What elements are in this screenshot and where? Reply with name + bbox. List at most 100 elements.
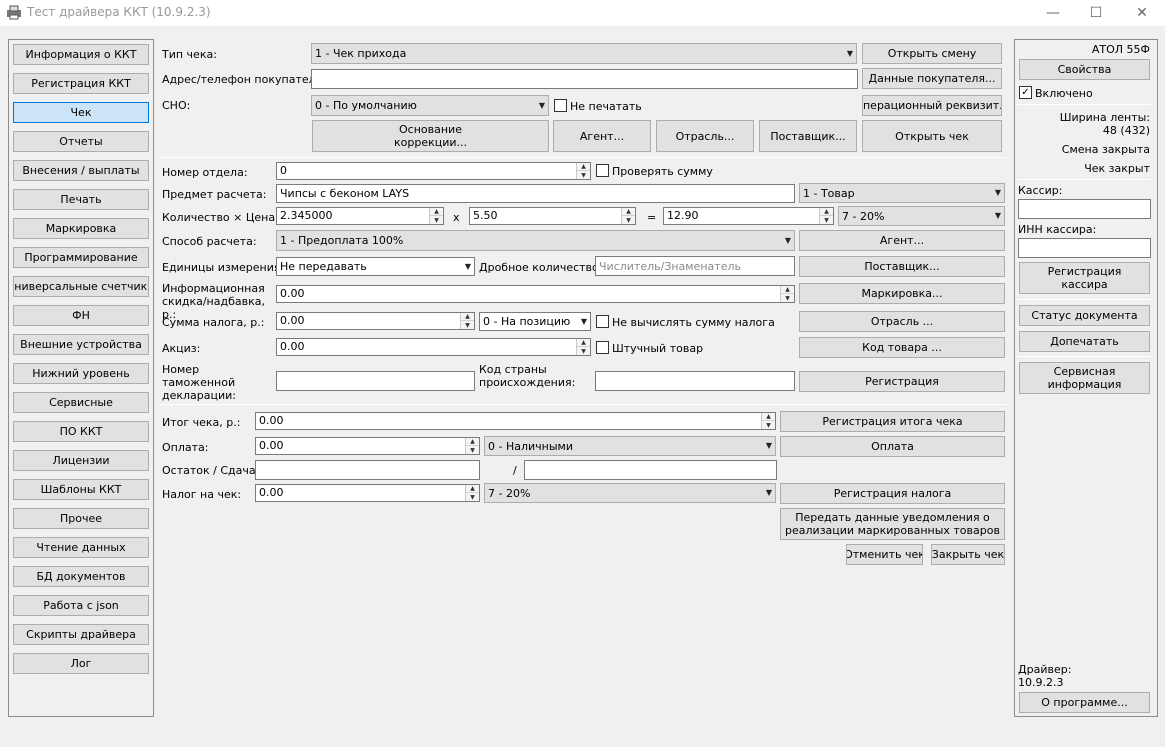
receipt-agent-button[interactable]: Агент... bbox=[553, 120, 651, 152]
position-supplier-button[interactable]: Поставщик... bbox=[799, 256, 1005, 277]
sidebar-item[interactable]: Лицензии bbox=[13, 450, 149, 471]
change-input[interactable] bbox=[524, 460, 777, 480]
receipt-type-label: Тип чека: bbox=[162, 48, 217, 61]
sidebar-item[interactable]: Программирование bbox=[13, 247, 149, 268]
subject-input[interactable]: Чипсы с беконом LAYS bbox=[276, 184, 795, 203]
buyer-data-button[interactable]: Данные покупателя... bbox=[862, 68, 1002, 89]
sidebar-item[interactable]: Шаблоны ККТ bbox=[13, 479, 149, 500]
sidebar-item[interactable]: Прочее bbox=[13, 508, 149, 529]
sidebar-item[interactable]: Регистрация ККТ bbox=[13, 73, 149, 94]
service-info-button[interactable]: Сервисная информация bbox=[1019, 362, 1150, 394]
no-print-checkbox[interactable] bbox=[554, 99, 567, 112]
sidebar-item[interactable]: Внесения / выплаты bbox=[13, 160, 149, 181]
product-code-button[interactable]: Код товара ... bbox=[799, 337, 1005, 358]
position-register-button[interactable]: Регистрация bbox=[799, 371, 1005, 392]
sno-label: СНО: bbox=[162, 99, 191, 112]
check-sum-label: Проверять сумму bbox=[612, 165, 713, 178]
sidebar-item[interactable]: Печать bbox=[13, 189, 149, 210]
about-button[interactable]: О программе... bbox=[1019, 692, 1150, 713]
sidebar-item[interactable]: Информация о ККТ bbox=[13, 44, 149, 65]
sidebar-item[interactable]: Скрипты драйвера bbox=[13, 624, 149, 645]
sidebar-item[interactable]: БД документов bbox=[13, 566, 149, 587]
sidebar-item[interactable]: Работа с json bbox=[13, 595, 149, 616]
enabled-checkbox[interactable]: ✓ bbox=[1019, 86, 1032, 99]
tax-mode-select[interactable]: 0 - На позицию ▼ bbox=[479, 312, 591, 331]
receipt-tax-input[interactable]: 0.00 ▲ ▼ bbox=[255, 484, 480, 502]
payment-input[interactable]: 0.00 ▲ ▼ bbox=[255, 437, 480, 455]
qty-price-label: Количество × Цена: bbox=[162, 211, 279, 224]
sidebar-item[interactable]: Маркировка bbox=[13, 218, 149, 239]
close-receipt-button[interactable]: Закрыть чек bbox=[931, 544, 1005, 565]
doc-status-button[interactable]: Статус документа bbox=[1019, 305, 1150, 326]
op-requisite-button[interactable]: Операционный реквизит... bbox=[862, 95, 1002, 116]
sidebar-item[interactable]: Лог bbox=[13, 653, 149, 674]
open-shift-button[interactable]: Открыть смену bbox=[862, 43, 1002, 64]
sidebar-item[interactable]: Сервисные bbox=[13, 392, 149, 413]
receipt-tax-vat-select[interactable]: 7 - 20% ▼ bbox=[484, 483, 776, 503]
receipt-supplier-button[interactable]: Поставщик... bbox=[759, 120, 857, 152]
customs-input[interactable] bbox=[276, 371, 475, 391]
total-input[interactable]: 0.00 ▲ ▼ bbox=[255, 412, 776, 430]
country-input[interactable] bbox=[595, 371, 795, 391]
receipt-tax-label: Налог на чек: bbox=[162, 488, 242, 501]
cashier-inn-input[interactable] bbox=[1018, 238, 1151, 258]
pay-button[interactable]: Оплата bbox=[780, 436, 1005, 457]
properties-button[interactable]: Свойства bbox=[1019, 59, 1150, 80]
no-calc-tax-checkbox[interactable] bbox=[596, 315, 609, 328]
tape-width-label: Ширина ленты: bbox=[1059, 111, 1150, 124]
sidebar-item[interactable]: Чек bbox=[13, 102, 149, 123]
multiply-sign: x bbox=[453, 211, 460, 224]
quantity-input[interactable]: 2.345000 ▲ ▼ bbox=[276, 207, 444, 225]
reprint-button[interactable]: Допечатать bbox=[1019, 331, 1150, 352]
divider bbox=[1017, 179, 1151, 180]
dept-input[interactable]: 0 ▲ ▼ bbox=[276, 162, 591, 180]
sidebar-item[interactable]: Внешние устройства bbox=[13, 334, 149, 355]
sno-select[interactable]: 0 - По умолчанию ▼ bbox=[311, 95, 549, 116]
tax-input[interactable]: 0.00 ▲ ▼ bbox=[276, 312, 475, 330]
piece-checkbox[interactable] bbox=[596, 341, 609, 354]
method-select[interactable]: 1 - Предоплата 100% ▼ bbox=[276, 230, 795, 251]
device-model: АТОЛ 55Ф bbox=[1091, 43, 1150, 56]
unit-select[interactable]: Не передавать ▼ bbox=[276, 257, 475, 276]
sum-input[interactable]: 12.90 ▲ ▼ bbox=[663, 207, 834, 225]
receipt-status: Чек закрыт bbox=[1084, 162, 1150, 175]
no-calc-tax-label: Не вычислять сумму налога bbox=[612, 316, 775, 329]
sidebar-item[interactable]: Нижний уровень bbox=[13, 363, 149, 384]
receipt-industry-button[interactable]: Отрасль... bbox=[656, 120, 754, 152]
register-total-button[interactable]: Регистрация итога чека bbox=[780, 411, 1005, 432]
payment-type-select[interactable]: 0 - Наличными ▼ bbox=[484, 436, 776, 456]
minimize-icon[interactable]: — bbox=[1030, 0, 1076, 26]
divider bbox=[160, 404, 1006, 405]
buyer-input[interactable] bbox=[311, 69, 858, 89]
correction-button[interactable]: Основание коррекции... bbox=[312, 120, 549, 152]
check-sum-checkbox[interactable] bbox=[596, 164, 609, 177]
excise-input[interactable]: 0.00 ▲ ▼ bbox=[276, 338, 591, 356]
divider bbox=[1017, 104, 1151, 105]
sidebar-item[interactable]: ФН bbox=[13, 305, 149, 326]
sidebar-item[interactable]: Отчеты bbox=[13, 131, 149, 152]
cancel-receipt-button[interactable]: Отменить чек bbox=[846, 544, 923, 565]
cashier-input[interactable] bbox=[1018, 199, 1151, 219]
enabled-label: Включено bbox=[1035, 87, 1093, 100]
sidebar-item[interactable]: Универсальные счетчики bbox=[13, 276, 149, 297]
tape-width-value: 48 (432) bbox=[1102, 124, 1150, 137]
position-industry-button[interactable]: Отрасль ... bbox=[799, 311, 1005, 332]
register-cashier-button[interactable]: Регистрация кассира bbox=[1019, 262, 1150, 294]
marking-button[interactable]: Маркировка... bbox=[799, 283, 1005, 304]
open-receipt-button[interactable]: Открыть чек bbox=[862, 120, 1002, 152]
frac-input[interactable]: Числитель/Знаменатель bbox=[595, 256, 795, 276]
sidebar-item[interactable]: ПО ККТ bbox=[13, 421, 149, 442]
position-vat-select[interactable]: 7 - 20% ▼ bbox=[838, 206, 1005, 226]
price-input[interactable]: 5.50 ▲ ▼ bbox=[469, 207, 636, 225]
discount-input[interactable]: 0.00 ▲ ▼ bbox=[276, 285, 795, 303]
sidebar-item[interactable]: Чтение данных bbox=[13, 537, 149, 558]
subject-type-select[interactable]: 1 - Товар ▼ bbox=[799, 183, 1005, 203]
close-icon[interactable]: ✕ bbox=[1119, 0, 1165, 26]
piece-label: Штучный товар bbox=[612, 342, 704, 355]
maximize-icon[interactable]: ☐ bbox=[1073, 0, 1119, 26]
register-tax-button[interactable]: Регистрация налога bbox=[780, 483, 1005, 504]
remainder-input[interactable] bbox=[255, 460, 480, 480]
notify-marking-button[interactable]: Передать данные уведомления о реализации… bbox=[780, 508, 1005, 540]
receipt-type-select[interactable]: 1 - Чек прихода ▼ bbox=[311, 43, 857, 64]
position-agent-button[interactable]: Агент... bbox=[799, 230, 1005, 251]
